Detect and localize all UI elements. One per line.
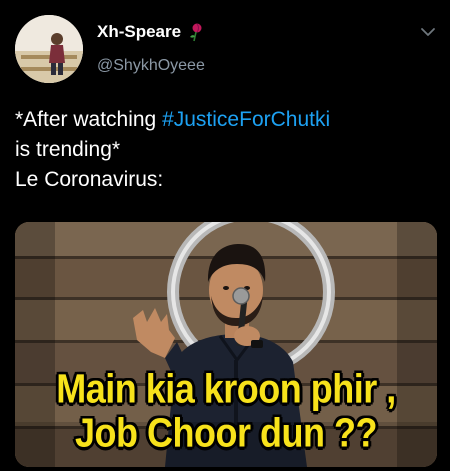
display-name[interactable]: Xh-Speare — [97, 22, 181, 42]
tweet-line-3: Le Coronavirus: — [15, 168, 164, 191]
meme-caption-line-1: Main kia kroon phir , — [56, 365, 396, 412]
rose-icon — [190, 23, 202, 42]
chevron-down-icon[interactable] — [420, 26, 436, 38]
tweet-line-1: *After watching #JusticeForChutki — [15, 105, 445, 135]
user-handle[interactable]: @ShykhOyeee — [97, 57, 205, 75]
meme-caption-line-2: Job Choor dun ?? — [75, 409, 377, 456]
meme-image[interactable]: Main kia kroon phir , Job Choor dun ?? — [15, 222, 437, 467]
avatar[interactable] — [15, 15, 83, 83]
hashtag-link[interactable]: #JusticeForChutki — [162, 108, 330, 131]
tweet-header: Xh-Speare @ShykhOyeee — [0, 0, 450, 90]
tweet-line-2: is trending* — [15, 138, 121, 161]
tweet-line-1-text: *After watching — [15, 108, 163, 131]
tweet-text: *After watching #JusticeForChutki is tre… — [15, 105, 445, 195]
